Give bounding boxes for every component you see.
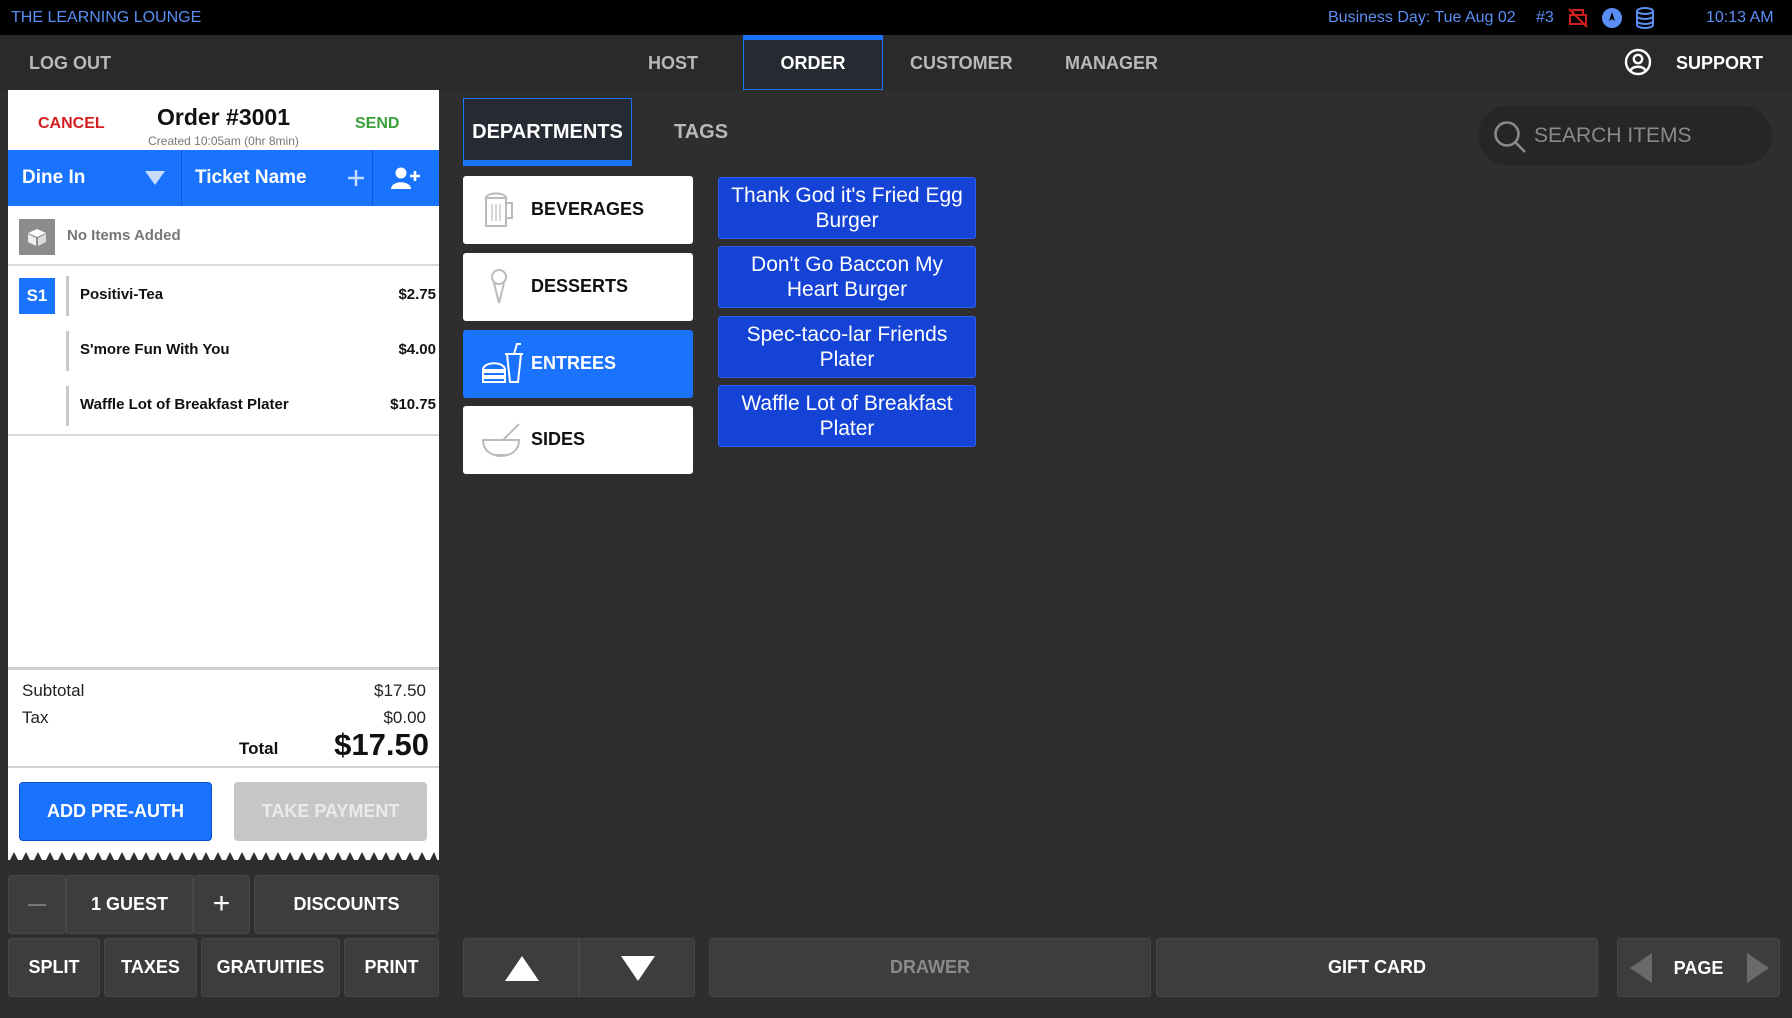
split-button[interactable]: SPLIT [8, 938, 100, 997]
top-nav: LOG OUT HOST ORDER CUSTOMER MANAGER SUPP… [0, 35, 1792, 90]
add-customer-icon[interactable] [390, 165, 420, 196]
venue-name: THE LEARNING LOUNGE [11, 9, 202, 26]
terminal-number: #3 [1536, 9, 1554, 26]
clock: 10:13 AM [1706, 9, 1774, 26]
subtotal-value: $17.50 [374, 681, 426, 700]
menu-item-button[interactable]: Thank God it's Fried Egg Burger [718, 177, 976, 239]
tab-tags[interactable]: TAGS [674, 121, 728, 144]
status-bar: THE LEARNING LOUNGE Business Day: Tue Au… [0, 0, 1792, 35]
total-label: Total [239, 739, 279, 758]
ticket-line-item[interactable]: Positivi-Tea $2.75 [66, 276, 436, 316]
tab-order-label: ORDER [780, 53, 846, 73]
printer-error-icon[interactable] [1566, 6, 1590, 30]
user-account-icon[interactable] [1624, 48, 1652, 81]
order-ticket: CANCEL Order #3001 Created 10:05am (0hr … [8, 90, 439, 860]
menu-item-button[interactable]: Waffle Lot of Breakfast Plater [718, 385, 976, 447]
line-item-name: S'more Fun With You [80, 341, 230, 358]
department-entrees[interactable]: ENTREES [463, 330, 693, 398]
beer-mug-icon [485, 192, 513, 227]
gratuities-button[interactable]: GRATUITIES [201, 938, 340, 997]
triangle-down-icon [621, 956, 655, 981]
department-desserts[interactable]: DESSERTS [463, 253, 693, 321]
tax-value: $0.00 [383, 708, 426, 727]
chevron-down-icon[interactable] [145, 171, 165, 190]
page-control: PAGE [1617, 938, 1780, 997]
receipt-torn-edge [8, 852, 439, 864]
tab-departments-label: DEPARTMENTS [472, 121, 623, 143]
add-preauth-button[interactable]: ADD PRE-AUTH [19, 782, 212, 841]
package-icon [19, 219, 55, 255]
support-button[interactable]: SUPPORT [1676, 53, 1763, 74]
order-type-select[interactable]: Dine In [22, 167, 85, 189]
order-created-time: Created 10:05am (0hr 8min) [148, 134, 299, 148]
taxes-button[interactable]: TAXES [104, 938, 197, 997]
search-icon [1494, 121, 1526, 153]
tab-host[interactable]: HOST [648, 53, 698, 74]
seat-badge[interactable]: S1 [19, 278, 55, 314]
triangle-up-icon [505, 956, 539, 981]
send-button[interactable]: SEND [355, 115, 399, 133]
tab-customer[interactable]: CUSTOMER [910, 53, 1013, 74]
totals-bottom-divider [8, 766, 439, 768]
tab-departments[interactable]: DEPARTMENTS [463, 98, 632, 166]
scroll-down-button[interactable] [579, 938, 695, 997]
gift-card-button[interactable]: GIFT CARD [1156, 938, 1598, 997]
line-item-name: Positivi-Tea [80, 286, 164, 303]
tab-order[interactable]: ORDER [743, 35, 883, 90]
tab-manager[interactable]: MANAGER [1065, 53, 1158, 74]
guest-count[interactable]: 1 GUEST [66, 875, 193, 934]
menu-item-button[interactable]: Don't Go Baccon My Heart Burger [718, 246, 976, 308]
scroll-up-button[interactable] [463, 938, 579, 997]
line-item-price: $10.75 [390, 396, 436, 413]
add-guest-button[interactable]: + [193, 875, 250, 934]
department-sides[interactable]: SIDES [463, 406, 693, 474]
department-label: DESSERTS [531, 276, 629, 296]
department-beverages[interactable]: BEVERAGES [463, 176, 693, 244]
no-items-text: No Items Added [67, 227, 181, 244]
line-item-price: $4.00 [398, 341, 436, 358]
ticket-options-bar: Dine In Ticket Name [8, 150, 439, 206]
ticket-line-item[interactable]: S'more Fun With You $4.00 [66, 331, 436, 371]
items-divider [8, 434, 439, 436]
bowl-icon [481, 423, 521, 458]
drawer-button[interactable]: DRAWER [709, 938, 1151, 997]
no-items-row: No Items Added [8, 206, 439, 266]
burger-drink-icon [481, 343, 523, 383]
total-value: $17.50 [334, 727, 429, 762]
logout-button[interactable]: LOG OUT [29, 53, 111, 74]
take-payment-button[interactable]: TAKE PAYMENT [234, 782, 427, 841]
previous-page-icon[interactable] [1628, 952, 1654, 984]
print-button[interactable]: PRINT [344, 938, 439, 997]
location-icon[interactable] [1600, 6, 1624, 30]
business-day: Business Day: Tue Aug 02 [1328, 9, 1516, 26]
database-icon[interactable] [1633, 6, 1657, 30]
department-label: BEVERAGES [531, 199, 645, 219]
ticket-name-field[interactable]: Ticket Name [195, 167, 307, 189]
add-ticket-name-icon[interactable] [347, 169, 365, 192]
subtotal-label: Subtotal [22, 681, 85, 700]
department-label: ENTREES [531, 353, 617, 373]
ticket-line-item[interactable]: Waffle Lot of Breakfast Plater $10.75 [66, 386, 436, 426]
menu-item-button[interactable]: Spec-taco-lar Friends Plater [718, 316, 976, 378]
remove-guest-button[interactable]: — [8, 875, 66, 934]
tax-label: Tax [22, 708, 49, 727]
line-item-name: Waffle Lot of Breakfast Plater [80, 396, 289, 413]
next-page-icon[interactable] [1745, 952, 1771, 984]
totals-divider [8, 667, 439, 670]
search-input[interactable]: SEARCH ITEMS [1478, 106, 1772, 165]
search-placeholder: SEARCH ITEMS [1534, 124, 1692, 147]
department-label: SIDES [531, 429, 586, 449]
line-item-price: $2.75 [398, 286, 436, 303]
ice-cream-icon [491, 269, 507, 304]
discounts-button[interactable]: DISCOUNTS [254, 875, 439, 934]
